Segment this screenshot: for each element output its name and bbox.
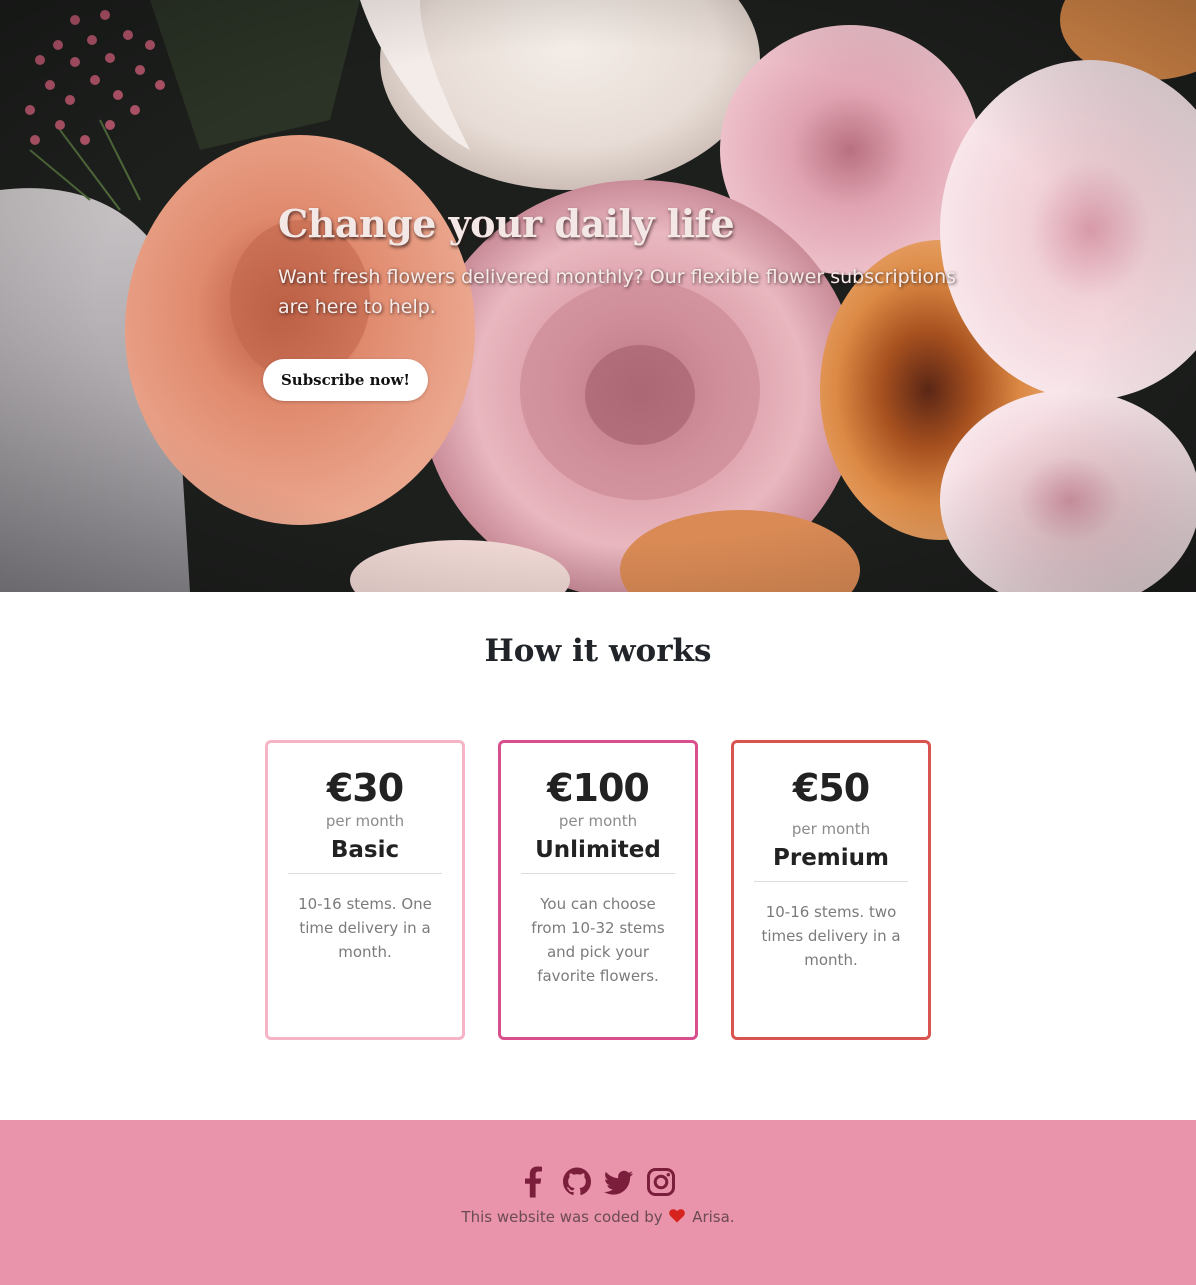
subscribe-button[interactable]: Subscribe now! <box>263 359 428 401</box>
credit-author: Arisa. <box>692 1208 735 1226</box>
plan-card-basic[interactable]: €30 per month Basic 10-16 stems. One tim… <box>265 740 465 1040</box>
heart-icon <box>669 1209 686 1223</box>
plan-divider <box>288 873 442 874</box>
facebook-icon[interactable] <box>520 1166 550 1198</box>
plan-price: €100 <box>547 766 650 810</box>
plan-description: 10-16 stems. One time delivery in a mont… <box>298 895 432 961</box>
twitter-icon[interactable] <box>604 1166 634 1198</box>
plan-period: per month <box>791 820 871 838</box>
hero-section: Change your daily life Want fresh flower… <box>0 0 1196 592</box>
hero-title: Change your daily life <box>278 201 735 246</box>
plan-name: Basic <box>330 837 400 863</box>
plan-price: €50 <box>792 766 870 810</box>
plan-description: You can choose from 10-32 stems and pick… <box>531 895 665 985</box>
plan-period: per month <box>558 812 638 830</box>
credit-prefix: This website was coded by <box>461 1208 663 1226</box>
plan-divider <box>521 873 675 874</box>
plan-name: Premium <box>773 845 889 871</box>
instagram-icon[interactable] <box>646 1166 676 1198</box>
plan-name: Unlimited <box>535 837 661 863</box>
plan-period: per month <box>325 812 405 830</box>
hero-subtitle: Want fresh flowers delivered monthly? Ou… <box>278 266 957 318</box>
plan-description: 10-16 stems. two times delivery in a mon… <box>761 903 901 969</box>
hero-content: Change your daily life Want fresh flower… <box>278 196 958 322</box>
github-icon[interactable] <box>562 1166 592 1198</box>
plan-price: €30 <box>326 766 404 810</box>
plan-card-premium[interactable]: €50 per month Premium 10-16 stems. two t… <box>731 740 931 1040</box>
footer: This website was coded by Arisa. <box>0 1120 1196 1285</box>
social-links <box>0 1166 1196 1198</box>
footer-credit: This website was coded by Arisa. <box>0 1206 1196 1228</box>
plan-card-unlimited[interactable]: €100 per month Unlimited You can choose … <box>498 740 698 1040</box>
plan-divider <box>754 881 908 882</box>
how-it-works-title: How it works <box>484 633 712 669</box>
pricing-plans: €30 per month Basic 10-16 stems. One tim… <box>265 740 931 1040</box>
